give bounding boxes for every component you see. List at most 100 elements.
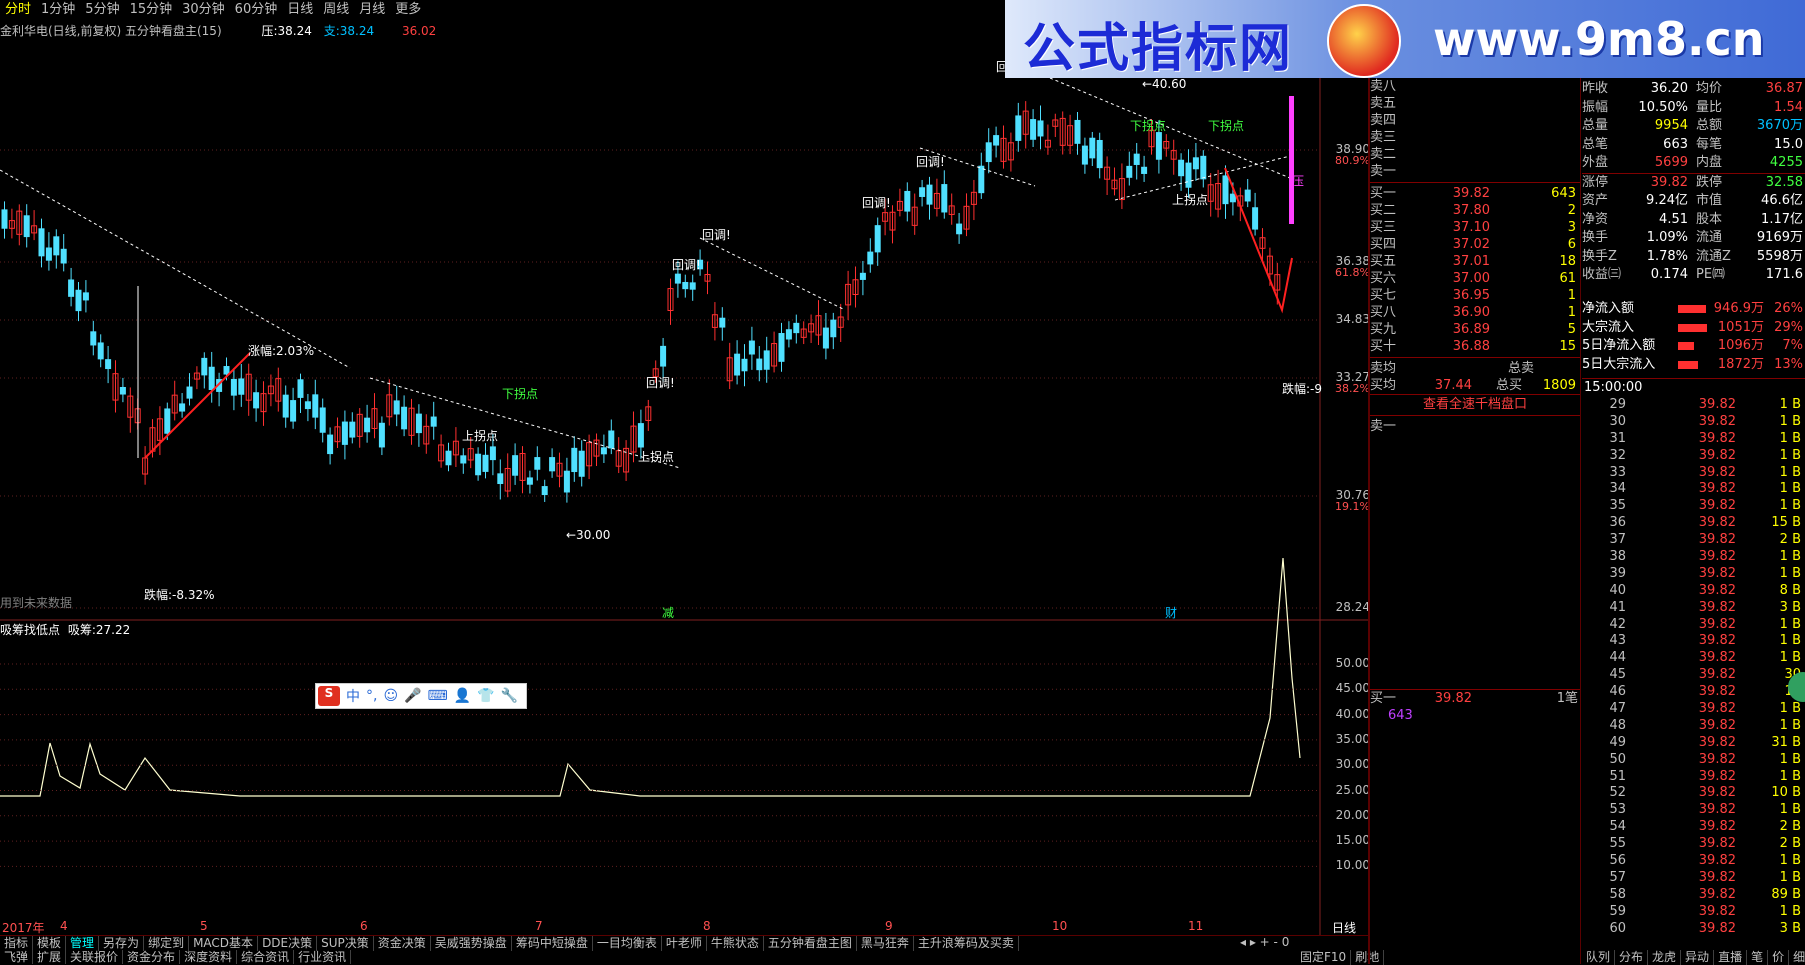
flow-value: 1096万 [1717,338,1764,353]
sogou-icon[interactable]: S [318,686,340,706]
candle-body [482,454,489,472]
period-tab-7[interactable]: 周线 [318,0,354,20]
trade-vol: 1 B [1779,701,1801,717]
buy-level-row[interactable]: 买十 36.88 15 [1370,338,1580,355]
indicator-tab-1[interactable]: 模板 [33,936,67,951]
microphone-icon[interactable]: 🎤 [404,688,421,704]
indicator-tab-5[interactable]: MACD基本 [189,936,259,951]
function-tab-5[interactable]: 综合资讯 [237,950,295,964]
sell-level-name: 卖四 [1370,113,1397,128]
flow-pct: 13% [1774,356,1803,372]
indicator-tab-12[interactable]: 叶老师 [662,936,707,951]
indicator-tab-3[interactable]: 另存为 [99,936,145,951]
function-tab-2[interactable]: 关联报价 [66,950,124,964]
buy-level-row[interactable]: 买五 37.01 18 [1370,253,1580,270]
panel-tab-7[interactable]: 细 [1789,950,1805,965]
buy-level-row[interactable]: 买二 37.80 2 [1370,202,1580,219]
indicator-tab-10[interactable]: 筹码中短操盘 [512,936,593,951]
settings-wrench-icon[interactable]: 🔧 [501,688,518,704]
view-all-depth-link[interactable]: 查看全速千档盘口 [1370,394,1580,416]
sell-level-row[interactable]: 卖五 [1370,95,1580,112]
scroll-controls[interactable]: ◂ ▸ + - 0 [1240,935,1289,949]
candle-body [349,421,356,438]
buy-level-row[interactable]: 买九 36.89 5 [1370,321,1580,338]
indicator-tab-9[interactable]: 吴威强势操盘 [431,936,512,951]
buy-level-row[interactable]: 买八 36.90 1 [1370,304,1580,321]
sell-level-row[interactable]: 卖八 [1370,78,1580,95]
buy-level-row[interactable]: 买四 37.02 6 [1370,236,1580,253]
keyboard-icon[interactable]: ⌨ [428,688,448,704]
tab-f10[interactable]: 固定F10 [1296,950,1352,965]
indicator-tab-14[interactable]: 五分钟看盘主图 [764,936,857,951]
period-tab-5[interactable]: 60分钟 [230,0,283,20]
trade-row: 4639.8210 [1582,684,1805,701]
candle-body [341,421,348,445]
buy-level-vol: 6 [1567,237,1576,252]
indicator-tab-15[interactable]: 黑马狂奔 [857,936,914,951]
period-tab-9[interactable]: 更多 [390,0,426,20]
indicator-tab-2[interactable]: 管理 [66,936,100,951]
trade-row: 48 39.82 1 B [1582,718,1805,735]
period-tab-4[interactable]: 30分钟 [177,0,230,20]
panel-tab-3[interactable]: 异动 [1681,950,1715,965]
panel-tab-2[interactable]: 龙虎 [1648,950,1682,965]
indicator-tab-7[interactable]: SUP决策 [317,936,374,951]
indicator-tab-4[interactable]: 绑定到 [144,936,190,951]
emoji-icon[interactable]: ☺ [383,688,398,704]
indicator-tab-8[interactable]: 资金决策 [374,936,431,951]
indicator-tab-16[interactable]: 主升浪筹码及买卖 [914,936,1019,951]
panel-tab-4[interactable]: 直播 [1714,950,1748,965]
panel-tab-5[interactable]: 笔 [1747,950,1769,965]
ime-chinese-mode[interactable]: 中 [346,686,360,706]
buy-level-row[interactable]: 买七 36.95 1 [1370,287,1580,304]
trade-price: 39.82 [1698,734,1736,750]
sell-level-price [1420,78,1490,95]
future-data-note: 用到未来数据 [0,596,73,610]
sell-level-row[interactable]: 卖四 [1370,112,1580,129]
shang-guai-dian-3: 上拐点 [1172,193,1209,207]
panel-tab-1[interactable]: 分布 [1615,950,1649,965]
buy-level-row[interactable]: 买六 37.00 61 [1370,270,1580,287]
period-tab-8[interactable]: 月线 [354,0,390,20]
indicator-tab-11[interactable]: 一目均衡表 [593,936,662,951]
sell-level-row[interactable]: 卖三 [1370,129,1580,146]
sell-level-row[interactable]: 卖二 [1370,146,1580,163]
trade-time: 40 [1609,582,1626,598]
trade-vol: 2 B [1779,836,1801,852]
indicator-tab-6[interactable]: DDE决策 [258,936,318,951]
candle-body [1015,115,1022,141]
period-tab-2[interactable]: 5分钟 [80,0,124,20]
function-tab-1[interactable]: 扩展 [33,950,67,964]
candle-body [312,394,319,418]
sell-level-row[interactable]: 卖一 [1370,163,1580,180]
function-tab-4[interactable]: 深度资料 [180,950,238,964]
period-tab-6[interactable]: 日线 [282,0,318,20]
candle-body [282,394,289,418]
punctuation-icon[interactable]: °, [366,688,377,704]
buy-level-row[interactable]: 买一 39.82 643 [1370,185,1580,202]
function-tab-0[interactable]: 飞弹 [0,950,34,964]
panel-tab-6[interactable]: 价 [1768,950,1790,965]
period-tab-3[interactable]: 15分钟 [125,0,178,20]
user-icon[interactable]: 👤 [454,688,471,704]
period-tab-1[interactable]: 1分钟 [36,0,80,20]
indicator-tick-7: 15.00 [1335,833,1370,848]
trade-list[interactable]: 29 39.82 1 B 30 39.82 1 B 31 39.82 1 B 32 39.82 1 B… [1582,397,1805,938]
zhi-label: 支: [323,24,340,38]
kline-chart[interactable] [0,38,1370,935]
panel-tab-0[interactable]: 队列 [1582,950,1616,965]
trade-time: 35 [1609,498,1626,514]
trade-price: 39.82 [1698,582,1736,598]
function-tab-3[interactable]: 资金分布 [123,950,181,964]
quote-label: 总笔 [1582,136,1609,152]
function-tab-6[interactable]: 行业资讯 [294,950,352,964]
candle-body [497,473,504,485]
indicator-tab-13[interactable]: 牛熊状态 [707,936,764,951]
indicator-tab-0[interactable]: 指标 [0,936,34,951]
ime-toolbar[interactable]: S 中 °, ☺ 🎤 ⌨ 👤 👕 🔧 [315,683,527,709]
indicator-chart [0,557,1320,867]
trade-time: 41 [1609,599,1626,615]
skin-icon[interactable]: 👕 [477,688,494,704]
period-tab-0[interactable]: 分时 [0,0,36,20]
buy-level-row[interactable]: 买三 37.10 3 [1370,219,1580,236]
